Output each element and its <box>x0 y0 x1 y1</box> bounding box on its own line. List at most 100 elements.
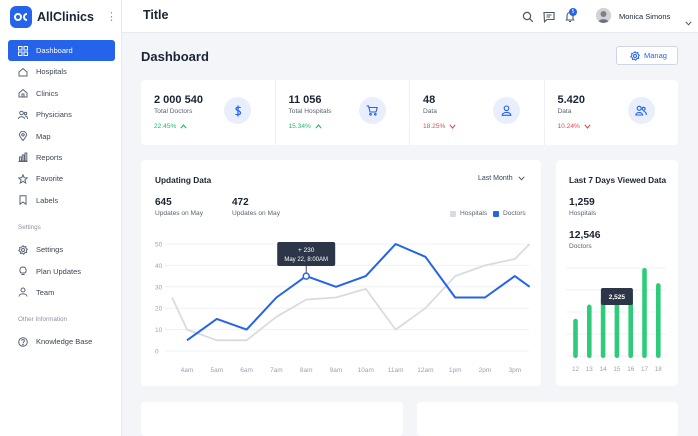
stat-value: 2 000 540 <box>154 94 203 106</box>
tooltip-date: May 22, 8:00AM <box>284 257 328 263</box>
sidebar-item-label: Map <box>36 131 51 141</box>
x-tick-label: 14 <box>600 366 608 373</box>
star-icon <box>18 173 28 184</box>
sidebar-item-hospitals[interactable]: Hospitals <box>8 61 115 82</box>
sidebar-item-label: Labels <box>36 195 59 205</box>
arrow-up-icon <box>315 124 322 129</box>
stat-change: 22.45% <box>154 123 187 130</box>
x-tick-label: 16 <box>627 366 635 373</box>
arrow-down-icon <box>449 124 456 129</box>
stat-label: Data <box>423 108 437 115</box>
message-icon[interactable] <box>543 10 555 23</box>
user-icon <box>18 287 28 298</box>
stat-change-value: 22.45% <box>154 123 177 130</box>
bar <box>573 318 578 358</box>
bookmark-icon <box>18 195 28 206</box>
sidebar-item-team[interactable]: Team <box>8 282 115 303</box>
map-pin-icon <box>18 131 28 142</box>
gear-icon <box>18 244 28 255</box>
tooltip-value: + 230 <box>298 247 315 254</box>
x-tick-label: 8am <box>300 367 313 374</box>
topbar: Title 5 Monica Simons <box>122 0 698 33</box>
series-line-hospitals <box>171 243 531 342</box>
page-title: Title <box>143 8 169 22</box>
stat-value: 48 <box>423 94 436 106</box>
stat-change: 15.34% <box>289 123 322 130</box>
home-icon <box>18 88 28 98</box>
cart-icon <box>358 97 386 124</box>
sidebar-item-label: Physicians <box>36 110 72 120</box>
x-tick-label: 13 <box>586 366 594 373</box>
search-icon[interactable] <box>522 10 534 23</box>
stat-card: 2 000 540 Total Doctors 22.45% <box>141 80 276 145</box>
sidebar-item-clinics[interactable]: Clinics <box>8 83 115 104</box>
dashboard-title: Dashboard <box>141 49 209 64</box>
bar <box>600 297 606 358</box>
users-icon <box>18 110 28 120</box>
sidebar-item-knowledge-base[interactable]: Knowledge Base <box>8 331 115 352</box>
x-tick-label: 3pm <box>508 367 521 374</box>
sidebar-item-label: Clinics <box>36 88 59 98</box>
sidebar-item-labels[interactable]: Labels <box>8 190 115 211</box>
chevron-down-icon[interactable] <box>685 13 692 31</box>
stat-label: Total Doctors <box>154 108 193 115</box>
settings-section-title: Settings <box>18 223 41 231</box>
x-tick-label: 15 <box>613 366 621 373</box>
x-tick-label: 5am <box>210 367 223 374</box>
bar <box>614 300 620 358</box>
x-tick-label: 11am <box>388 367 404 374</box>
users-icon <box>627 97 655 124</box>
stat-change-value: 10.24% <box>557 123 580 130</box>
sidebar-item-label: Team <box>36 287 55 297</box>
x-tick-label: 7am <box>270 367 283 374</box>
sidebar-item-physicians[interactable]: Physicians <box>8 104 115 125</box>
bulb-icon <box>18 266 28 276</box>
sidebar-item-label: Hospitals <box>36 67 67 77</box>
x-tick-label: 2pm <box>479 367 492 374</box>
last-7-days-card: Last 7 Days Viewed Data 1,259 Hospitals … <box>556 160 678 386</box>
user-name[interactable]: Monica Simons <box>619 12 670 21</box>
updating-data-card: Updating Data Last Month 645 Updates on … <box>141 160 541 386</box>
bar <box>587 304 592 358</box>
logo-icon <box>10 6 32 28</box>
brand[interactable]: AllClinics ⋮ <box>10 6 122 28</box>
avatar[interactable] <box>596 8 611 23</box>
sidebar-item-dashboard[interactable]: Dashboard <box>8 40 115 61</box>
x-tick-label: 1pm <box>449 367 462 374</box>
more-icon[interactable]: ⋮ <box>106 6 117 28</box>
sidebar-item-label: Plan Updates <box>36 266 82 276</box>
sidebar-item-plan-updates[interactable]: Plan Updates <box>8 261 115 282</box>
series-line-doctors <box>186 243 531 342</box>
y-tick-label: 10 <box>155 327 163 334</box>
tooltip-value: 2,525 <box>609 294 626 301</box>
y-tick-label: 40 <box>155 263 163 270</box>
stat-card: 48 Data 18.25% <box>410 80 545 145</box>
x-tick-label: 4am <box>181 367 194 374</box>
stat-value: 5.420 <box>557 94 586 106</box>
y-tick-label: 50 <box>155 242 163 249</box>
x-tick-label: 6am <box>240 367 253 374</box>
arrow-down-icon <box>584 124 591 129</box>
sidebar-item-reports[interactable]: Reports <box>8 147 115 168</box>
x-tick-label: 17 <box>641 366 649 373</box>
x-tick-label: 18 <box>655 366 663 373</box>
y-tick-label: 20 <box>155 306 163 313</box>
gear-icon <box>630 50 640 61</box>
sidebar-item-label: Settings <box>36 245 64 255</box>
stat-card: 5.420 Data 10.24% <box>545 80 679 145</box>
sidebar-item-map[interactable]: Map <box>8 126 115 147</box>
line-chart: 0 10 20 30 40 50 4am 5am 6am 7am 8am 9am 10am 11am 12a… <box>155 242 531 374</box>
bar-chart: 12 13 14 15 16 17 18 2,525 <box>566 267 666 373</box>
sidebar-item-favorite[interactable]: Favorite <box>8 168 115 189</box>
data-point-highlight <box>302 272 310 280</box>
x-tick-label: 9am <box>330 367 343 374</box>
sidebar-item-settings[interactable]: Settings <box>8 239 115 260</box>
grid-icon <box>18 45 28 56</box>
y-tick-label: 30 <box>155 284 163 291</box>
x-tick-label: 10am <box>358 367 374 374</box>
bar-chart-icon <box>18 152 28 163</box>
help-icon <box>18 336 28 347</box>
sidebar-nav: Dashboard Hospitals Clinics Physicians M… <box>8 40 115 353</box>
y-tick-label: 0 <box>155 349 159 356</box>
manage-button[interactable]: Manag <box>616 46 678 65</box>
